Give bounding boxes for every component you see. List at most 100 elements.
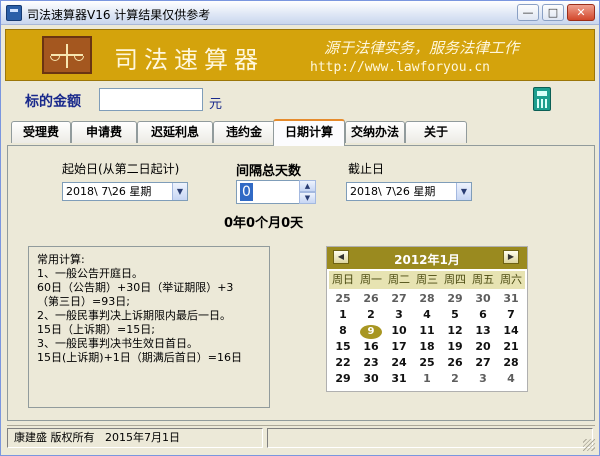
title-bar[interactable]: 司法速算器V16 计算结果仅供参考 — □ ✕ xyxy=(1,1,599,25)
interval-days-value[interactable]: 0 xyxy=(240,183,253,201)
calendar-day-number: 28 xyxy=(419,292,435,305)
calendar-day[interactable]: 15 xyxy=(329,339,357,355)
calendar-day[interactable]: 29 xyxy=(329,371,357,387)
calendar-day[interactable]: 27 xyxy=(469,355,497,371)
tab-acceptance-fee[interactable]: 受理费 xyxy=(11,121,71,143)
calendar-day[interactable]: 19 xyxy=(441,339,469,355)
interval-days-stepper[interactable]: 0 ▲ ▼ xyxy=(236,180,316,204)
date-calc-panel: 起始日(从第二日起计) 2018\ 7\26 星期 ▼ 间隔总天数 0 ▲ ▼ … xyxy=(7,145,595,421)
calendar-day[interactable]: 11 xyxy=(413,323,441,339)
calendar-day[interactable]: 13 xyxy=(469,323,497,339)
amount-input[interactable] xyxy=(99,88,203,111)
banner-url: http://www.lawforyou.cn xyxy=(310,60,491,75)
weekday-label: 周三 xyxy=(416,273,438,286)
start-date-picker[interactable]: 2018\ 7\26 星期 ▼ xyxy=(62,182,188,201)
calendar-day[interactable]: 22 xyxy=(329,355,357,371)
calendar-day[interactable]: 4 xyxy=(413,307,441,323)
tab-delay-interest[interactable]: 迟延利息 xyxy=(137,121,213,143)
resize-grip-icon[interactable] xyxy=(583,439,595,451)
prev-month-icon[interactable]: ◀ xyxy=(333,250,349,264)
month-calendar[interactable]: ◀ 2012年1月 ▶ 周日 周一 周二 周三 周四 周五 周六 25 26 27 2… xyxy=(326,246,528,392)
banner-slogan: 源于法律实务，服务法律工作 xyxy=(324,39,520,57)
calendar-day[interactable]: 30 xyxy=(469,291,497,307)
app-icon xyxy=(6,5,22,21)
calendar-day[interactable]: 2 xyxy=(441,371,469,387)
calendar-day[interactable]: 14 xyxy=(497,323,525,339)
next-month-icon[interactable]: ▶ xyxy=(503,250,519,264)
calendar-day[interactable]: 5 xyxy=(441,307,469,323)
calendar-day-number: 20 xyxy=(475,340,491,353)
calendar-day-number: 24 xyxy=(391,356,407,369)
calendar-day-number: 15 xyxy=(335,340,351,353)
calendar-day-number: 9 xyxy=(360,325,382,339)
calendar-day-number: 28 xyxy=(503,356,519,369)
calendar-day[interactable]: 27 xyxy=(385,291,413,307)
calendar-header: ◀ 2012年1月 ▶ xyxy=(327,247,527,269)
calendar-day-number: 6 xyxy=(479,308,487,321)
calendar-day[interactable]: 25 xyxy=(329,291,357,307)
calendar-day[interactable]: 28 xyxy=(413,291,441,307)
minimize-button[interactable]: — xyxy=(517,4,539,21)
spin-up-icon[interactable]: ▲ xyxy=(299,180,316,192)
calendar-day[interactable]: 12 xyxy=(441,323,469,339)
calendar-day[interactable]: 8 xyxy=(329,323,357,339)
calendar-day[interactable]: 29 xyxy=(441,291,469,307)
spin-down-icon[interactable]: ▼ xyxy=(299,192,316,204)
chevron-down-icon[interactable]: ▼ xyxy=(172,183,187,200)
calendar-day[interactable]: 3 xyxy=(469,371,497,387)
calendar-day-number: 2 xyxy=(367,308,375,321)
calendar-day[interactable]: 31 xyxy=(497,291,525,307)
calendar-day-number: 27 xyxy=(475,356,491,369)
calendar-day-number: 29 xyxy=(335,372,351,385)
calendar-day-number: 16 xyxy=(363,340,379,353)
calendar-day[interactable]: 9 xyxy=(357,323,385,339)
calculator-icon[interactable] xyxy=(533,87,551,111)
calendar-day[interactable]: 1 xyxy=(413,371,441,387)
calendar-day[interactable]: 3 xyxy=(385,307,413,323)
calendar-day-number: 17 xyxy=(391,340,407,353)
tab-application-fee[interactable]: 申请费 xyxy=(71,121,137,143)
calendar-day[interactable]: 23 xyxy=(357,355,385,371)
weekday-header: 周日 周一 周二 周三 周四 周五 周六 xyxy=(329,271,525,289)
calendar-day-number: 11 xyxy=(419,324,435,337)
maximize-button[interactable]: □ xyxy=(542,4,564,21)
calendar-day[interactable]: 26 xyxy=(441,355,469,371)
calendar-day[interactable]: 6 xyxy=(469,307,497,323)
calendar-day-number: 27 xyxy=(391,292,407,305)
calendar-day[interactable]: 26 xyxy=(357,291,385,307)
calendar-day[interactable]: 4 xyxy=(497,371,525,387)
calendar-day[interactable]: 18 xyxy=(413,339,441,355)
tab-penalty[interactable]: 违约金 xyxy=(213,121,275,143)
calendar-day[interactable]: 24 xyxy=(385,355,413,371)
common-calculations-notes: 常用计算: 1、一般公告开庭日。 60日（公告期）+30日（举证期限）+3 （第… xyxy=(28,246,270,408)
tab-date-calc[interactable]: 日期计算 xyxy=(273,119,345,146)
calendar-day[interactable]: 2 xyxy=(357,307,385,323)
calendar-day[interactable]: 17 xyxy=(385,339,413,355)
tab-payment-method[interactable]: 交纳办法 xyxy=(345,121,405,143)
start-date-value: 2018\ 7\26 星期 xyxy=(66,185,152,198)
calendar-day-number: 8 xyxy=(339,324,347,337)
calendar-day[interactable]: 16 xyxy=(357,339,385,355)
calendar-day[interactable]: 31 xyxy=(385,371,413,387)
calendar-day[interactable]: 1 xyxy=(329,307,357,323)
chevron-down-icon[interactable]: ▼ xyxy=(456,183,471,200)
calendar-day[interactable]: 28 xyxy=(497,355,525,371)
calendar-day[interactable]: 25 xyxy=(413,355,441,371)
calendar-day[interactable]: 20 xyxy=(469,339,497,355)
start-date-label: 起始日(从第二日起计) xyxy=(62,162,180,176)
close-button[interactable]: ✕ xyxy=(567,4,595,21)
calendar-day-number: 3 xyxy=(395,308,403,321)
calendar-day-number: 30 xyxy=(363,372,379,385)
notes-line: 15日（上诉期）=15日; xyxy=(37,323,155,336)
calendar-day[interactable]: 21 xyxy=(497,339,525,355)
calendar-day[interactable]: 10 xyxy=(385,323,413,339)
weekday-label: 周四 xyxy=(444,273,466,286)
calendar-day-number: 25 xyxy=(419,356,435,369)
tab-about[interactable]: 关于 xyxy=(405,121,467,143)
calendar-day-number: 30 xyxy=(475,292,491,305)
end-date-picker[interactable]: 2018\ 7\26 星期 ▼ xyxy=(346,182,472,201)
amount-unit: 元 xyxy=(209,97,223,112)
notes-line: 60日（公告期）+30日（举证期限）+3 xyxy=(37,281,234,294)
calendar-day[interactable]: 30 xyxy=(357,371,385,387)
calendar-day[interactable]: 7 xyxy=(497,307,525,323)
